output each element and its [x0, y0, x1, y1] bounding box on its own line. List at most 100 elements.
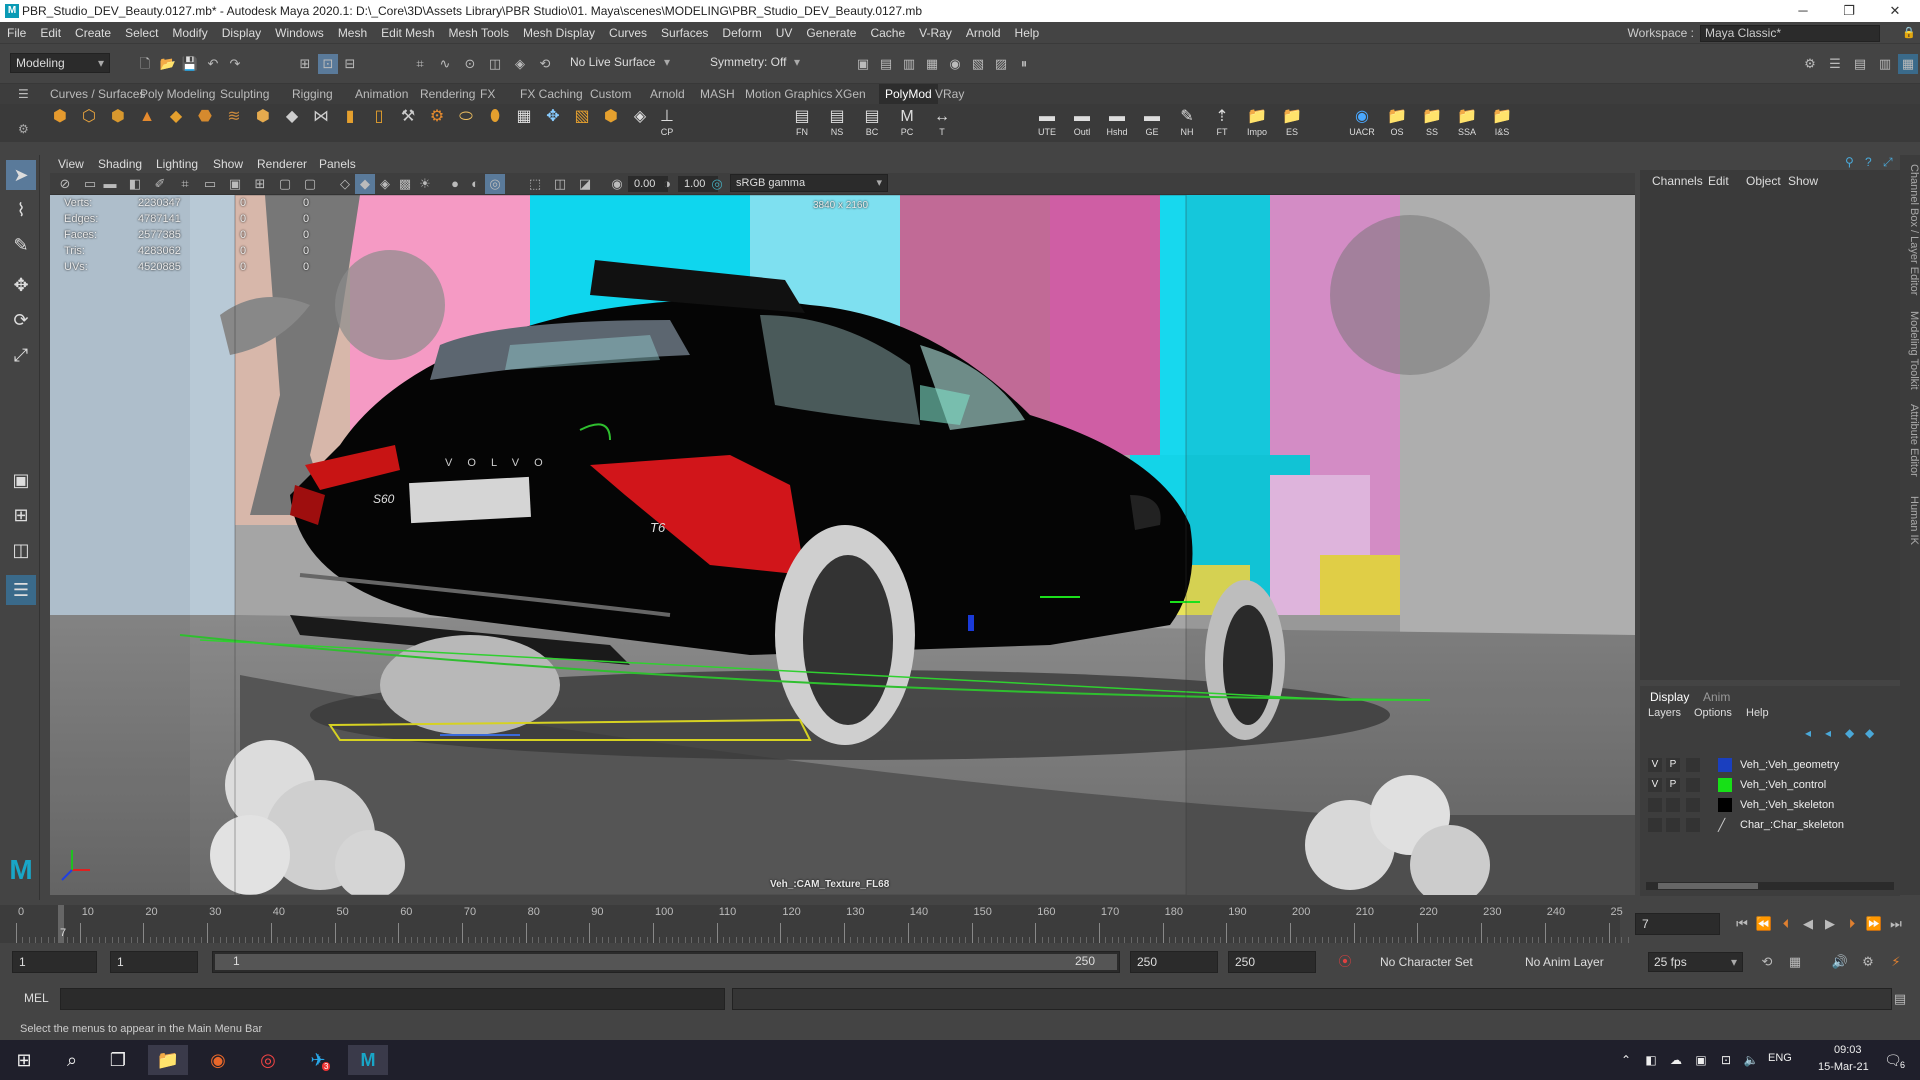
playback-end-field[interactable]: 250	[1130, 951, 1218, 973]
shelf-tool-21-icon[interactable]: ◈	[626, 107, 654, 139]
move-layer-down-icon[interactable]: ◂	[1825, 726, 1831, 740]
menu-surfaces[interactable]: Surfaces	[654, 22, 715, 44]
shelf-tool-18-icon[interactable]: ✥	[539, 107, 567, 139]
shelf-cp-button[interactable]: ⊥ CP	[653, 107, 681, 139]
layer-visibility-toggle[interactable]: V	[1648, 758, 1662, 772]
loop-icon[interactable]: ⟲	[1757, 952, 1777, 972]
range-slider-bar[interactable]: 1 250	[212, 951, 1120, 973]
shelf-tab-sculpting[interactable]: Sculpting	[220, 84, 269, 104]
ipr-render-icon[interactable]: ▥	[899, 54, 919, 74]
layer-menu-help[interactable]: Help	[1746, 707, 1769, 719]
play-forwards-icon[interactable]: ▶	[1820, 914, 1840, 934]
menu-mesh-display[interactable]: Mesh Display	[516, 22, 602, 44]
view-transform-dropdown[interactable]: sRGB gamma	[730, 174, 888, 192]
render-frame-icon[interactable]: ▤	[876, 54, 896, 74]
exposure-icon[interactable]: ◉	[607, 174, 627, 194]
playback-start-field[interactable]: 1	[110, 951, 198, 973]
move-tool-icon[interactable]: ✥	[6, 270, 36, 300]
wireframe-icon[interactable]: ◇	[335, 174, 355, 194]
shelf-tab-poly-modeling[interactable]: Poly Modeling	[140, 84, 215, 104]
grid-icon[interactable]: ⌗	[175, 174, 195, 194]
layer-color-swatch[interactable]	[1718, 778, 1732, 792]
layer-row[interactable]: V P Veh_:Veh_geometry	[1648, 756, 1898, 774]
workspace-dropdown[interactable]: Maya Classic*	[1700, 25, 1880, 43]
live-surface-field[interactable]: No Live Surface	[565, 53, 675, 73]
tray-app-icon[interactable]: ◧	[1640, 1045, 1662, 1075]
wireframe-on-shaded-icon[interactable]: ◈	[375, 174, 395, 194]
workspace-selector[interactable]: Workspace : Maya Classic*	[1628, 22, 1880, 44]
shelf-impo-button[interactable]: 📁 Impo	[1243, 107, 1271, 139]
resolution-gate-icon[interactable]: ▭	[200, 174, 220, 194]
minimize-icon[interactable]: ─	[1780, 0, 1826, 22]
shelf-tab-fx-caching[interactable]: FX Caching	[520, 84, 583, 104]
pin-icon[interactable]: ⚲	[1845, 155, 1854, 169]
shelf-tool-17-icon[interactable]: ▦	[510, 107, 538, 139]
help-icon[interactable]: ?	[1865, 155, 1872, 169]
shelf-tab-xgen[interactable]: XGen	[835, 84, 866, 104]
clock-time[interactable]: 09:03	[1834, 1044, 1862, 1056]
shelf-tool-19-icon[interactable]: ▧	[568, 107, 596, 139]
layer-row[interactable]: Veh_:Veh_skeleton	[1648, 796, 1898, 814]
symmetry-dropdown[interactable]: Symmetry: Off	[705, 53, 805, 73]
select-object-icon[interactable]: ⊡	[318, 54, 338, 74]
layer-playback-toggle[interactable]: P	[1666, 758, 1680, 772]
mel-label[interactable]: MEL	[24, 991, 49, 1005]
play-backwards-icon[interactable]: ◀	[1798, 914, 1818, 934]
shelf-tool-11-icon[interactable]: ▮	[336, 107, 364, 139]
open-scene-icon[interactable]: 📂	[158, 54, 178, 74]
shelf-tab-rendering[interactable]: Rendering	[420, 84, 475, 104]
search-icon[interactable]: ⌕	[52, 1045, 92, 1075]
snap-view-icon[interactable]: ◫	[485, 54, 505, 74]
lights-icon[interactable]: ☀	[415, 174, 435, 194]
shelf-tab-arnold[interactable]: Arnold	[650, 84, 685, 104]
sound-icon[interactable]: 🔊	[1830, 952, 1850, 972]
outliner-layout-icon[interactable]: ☰	[6, 575, 36, 605]
lock-icon[interactable]: 🔒	[1902, 26, 1916, 40]
fps-dropdown[interactable]: 25 fps	[1648, 952, 1743, 972]
time-slider[interactable]: 7 0 10 20 30 40 50 60 70 80 90 100 110 120 130 140 150 1…	[0, 905, 1667, 943]
shelf-tool-1-icon[interactable]: ⬢	[46, 107, 74, 139]
clock-date[interactable]: 15-Mar-21	[1818, 1061, 1869, 1073]
shelf-tool-2-icon[interactable]: ⬡	[75, 107, 103, 139]
menu-uv[interactable]: UV	[769, 22, 800, 44]
menu-mesh-tools[interactable]: Mesh Tools	[442, 22, 516, 44]
menu-generate[interactable]: Generate	[799, 22, 863, 44]
task-view-icon[interactable]: ❐	[98, 1045, 138, 1075]
xray-joints-icon[interactable]: ◪	[575, 174, 595, 194]
side-tab-channel-box-layer-editor[interactable]: Channel Box / Layer Editor	[1900, 160, 1920, 300]
vray-ipr-icon[interactable]: ▨	[991, 54, 1011, 74]
onedrive-icon[interactable]: ☁	[1665, 1045, 1687, 1075]
step-forward-frame-icon[interactable]: ⏩	[1864, 914, 1884, 934]
smooth-shade-icon[interactable]: ◆	[355, 174, 375, 194]
channel-box-icon[interactable]: ▥	[1875, 54, 1895, 74]
paint-select-icon[interactable]: ✎	[6, 230, 36, 260]
shelf-tab-fx[interactable]: FX	[480, 84, 495, 104]
gear-icon[interactable]: ⚙	[18, 122, 29, 136]
select-tool-icon[interactable]: ➤	[6, 160, 36, 190]
side-tab-attribute-editor[interactable]: Attribute Editor	[1900, 400, 1920, 480]
shelf-tool-15-icon[interactable]: ⬭	[452, 107, 480, 139]
windows-start-icon[interactable]: ⊞	[4, 1045, 44, 1075]
ambient-occlusion-icon[interactable]: ◐	[465, 174, 485, 194]
snap-grid-icon[interactable]: ⌗	[410, 54, 430, 74]
shelf-tab-vray[interactable]: VRay	[935, 84, 964, 104]
shelf-tool-12-icon[interactable]: ▯	[365, 107, 393, 139]
new-layer-selected-icon[interactable]: ◆	[1865, 726, 1874, 740]
save-scene-icon[interactable]: 💾	[180, 54, 200, 74]
layer-editor-icon[interactable]: ▦	[1898, 54, 1918, 74]
channel-box-tab-edit[interactable]: Edit	[1708, 174, 1729, 188]
layer-name[interactable]: Char_:Char_skeleton	[1740, 816, 1844, 834]
firefox-icon[interactable]: ◉	[198, 1045, 238, 1075]
shelf-t-button[interactable]: ↔ T	[928, 107, 956, 139]
shelf-es-button[interactable]: 📁 ES	[1278, 107, 1306, 139]
shelf-tab-custom[interactable]: Custom	[590, 84, 631, 104]
menu-help[interactable]: Help	[1008, 22, 1047, 44]
file-explorer-icon[interactable]: 📁	[148, 1045, 188, 1075]
layer-visibility-toggle[interactable]: V	[1648, 778, 1662, 792]
shelf-i-s-button[interactable]: 📁 I&S	[1488, 107, 1516, 139]
render-settings-icon[interactable]: ▦	[922, 54, 942, 74]
shelf-tool-13-icon[interactable]: ⚒	[394, 107, 422, 139]
panel-menu-view[interactable]: View	[58, 155, 84, 173]
menu-file[interactable]: File	[0, 22, 33, 44]
step-back-frame-icon[interactable]: ⏪	[1754, 914, 1774, 934]
